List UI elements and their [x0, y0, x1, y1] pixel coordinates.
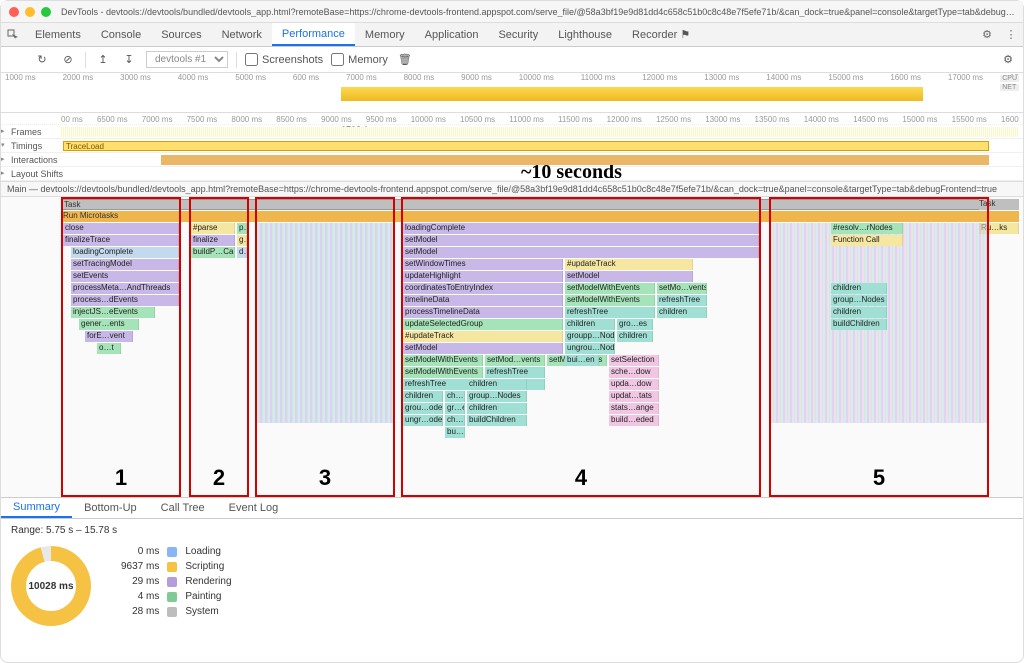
tab-memory[interactable]: Memory: [355, 23, 415, 46]
tab-application[interactable]: Application: [415, 23, 489, 46]
panel-tabs: Elements Console Sources Network Perform…: [1, 23, 1023, 47]
reload-record-button[interactable]: ↻: [33, 51, 51, 69]
traffic-lights: [9, 7, 51, 17]
swatch-painting: [167, 592, 177, 602]
frames-section[interactable]: Frames: [1, 125, 1023, 139]
window-title: DevTools - devtools://devtools/bundled/d…: [61, 7, 1015, 17]
summary-donut-chart: 10028 ms: [11, 546, 91, 626]
traceload-bar[interactable]: TraceLoad: [63, 141, 989, 151]
memory-checkbox[interactable]: Memory: [331, 53, 388, 66]
tab-call-tree[interactable]: Call Tree: [149, 498, 217, 518]
capture-settings-icon[interactable]: ⚙: [999, 51, 1017, 69]
tab-network[interactable]: Network: [212, 23, 272, 46]
more-icon[interactable]: ⋮: [999, 28, 1023, 41]
screenshots-checkbox[interactable]: Screenshots: [245, 53, 323, 66]
overview-side-labels: CPUNET: [1000, 75, 1019, 91]
perf-toolbar: ↻ ⊘ ↥ ↧ devtools #1 Screenshots Memory 🗑…: [1, 47, 1023, 73]
interactions-section[interactable]: Interactions: [1, 153, 1023, 167]
timeline-ruler[interactable]: 00 ms6500 ms7000 ms7500 ms8000 ms8500 ms…: [1, 113, 1023, 125]
annotation-box-1: 1: [61, 197, 181, 497]
overview-strip[interactable]: 1000 ms2000 ms3000 ms4000 ms5000 ms600 m…: [1, 73, 1023, 113]
main-thread-label[interactable]: Main — devtools://devtools/bundled/devto…: [1, 181, 1023, 197]
download-icon[interactable]: ↧: [120, 51, 138, 69]
record-button[interactable]: [7, 51, 25, 69]
tab-summary[interactable]: Summary: [1, 498, 72, 518]
frames-track: [61, 127, 1019, 137]
swatch-rendering: [167, 577, 177, 587]
overview-activity-bar: [341, 87, 923, 101]
interaction-bar[interactable]: [161, 155, 989, 165]
tab-elements[interactable]: Elements: [25, 23, 91, 46]
minimize-icon[interactable]: [25, 7, 35, 17]
maximize-icon[interactable]: [41, 7, 51, 17]
tab-console[interactable]: Console: [91, 23, 151, 46]
close-icon[interactable]: [9, 7, 19, 17]
profile-select[interactable]: devtools #1: [146, 51, 228, 68]
overview-ticks: 1000 ms2000 ms3000 ms4000 ms5000 ms600 m…: [1, 73, 1023, 82]
upload-icon[interactable]: ↥: [94, 51, 112, 69]
layout-shifts-section[interactable]: Layout Shifts: [1, 167, 1023, 181]
timings-track: TraceLoad: [61, 141, 1019, 151]
annotation-box-3: 3: [255, 197, 395, 497]
swatch-loading: [167, 547, 177, 557]
summary-panel: 10028 ms 0 msLoading 9637 msScripting 29…: [1, 536, 1023, 636]
summary-range: Range: 5.75 s – 15.78 s: [1, 519, 1023, 536]
annotation-box-4: 4: [401, 197, 761, 497]
annotation-box-5: 5: [769, 197, 989, 497]
swatch-scripting: [167, 562, 177, 572]
clear-button[interactable]: ⊘: [59, 51, 77, 69]
swatch-system: [167, 607, 177, 617]
tab-sources[interactable]: Sources: [151, 23, 211, 46]
tab-event-log[interactable]: Event Log: [217, 498, 291, 518]
window-titlebar: DevTools - devtools://devtools/bundled/d…: [1, 1, 1023, 23]
tab-security[interactable]: Security: [488, 23, 548, 46]
trash-icon[interactable]: 🗑: [396, 51, 414, 69]
tab-performance[interactable]: Performance: [272, 23, 355, 46]
timings-section[interactable]: Timings TraceLoad: [1, 139, 1023, 153]
details-tabs: Summary Bottom-Up Call Tree Event Log: [1, 497, 1023, 519]
tab-recorder[interactable]: Recorder ⚑: [622, 23, 700, 46]
summary-total: 10028 ms: [28, 581, 73, 592]
summary-legend: 0 msLoading 9637 msScripting 29 msRender…: [121, 546, 232, 617]
settings-icon[interactable]: ⚙: [975, 28, 999, 41]
annotation-box-2: 2: [189, 197, 249, 497]
tab-bottom-up[interactable]: Bottom-Up: [72, 498, 149, 518]
interactions-track: [61, 155, 1019, 165]
flame-chart[interactable]: Task Task Ti…ed Run Microtasks Ru…ks clo…: [1, 197, 1023, 497]
inspect-icon[interactable]: [1, 29, 25, 41]
tab-lighthouse[interactable]: Lighthouse: [548, 23, 622, 46]
